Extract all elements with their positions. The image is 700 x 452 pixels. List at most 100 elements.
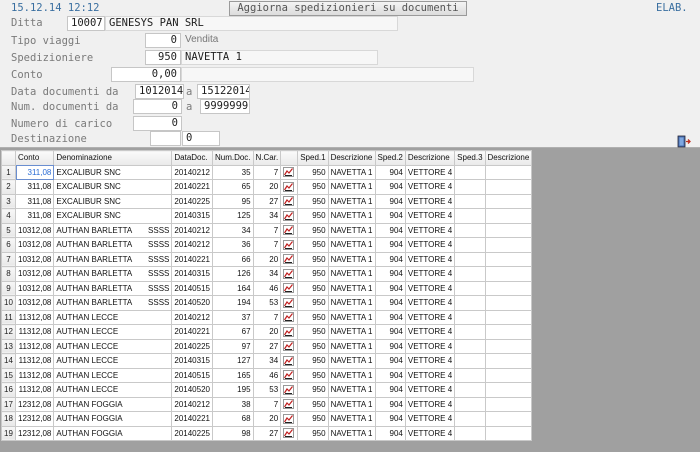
cell-descrizione3[interactable] (484, 193, 533, 209)
cell-numdoc[interactable]: 127 (211, 353, 254, 369)
cell-ncar[interactable]: 20 (252, 324, 282, 340)
cell-ncar[interactable]: 46 (252, 367, 282, 383)
truck-icon[interactable] (283, 312, 295, 323)
cell-numdoc[interactable]: 98 (211, 425, 254, 441)
row-number[interactable]: 18 (1, 411, 16, 427)
cell-ncar[interactable]: 34 (252, 353, 282, 369)
cell-sped1[interactable]: 950 (297, 208, 329, 224)
cell-sped2[interactable]: 904 (374, 425, 406, 441)
cell-descrizione3[interactable] (484, 324, 533, 340)
table-row[interactable]: 13 11312,08 AUTHAN LECCE 20140225 97 27 950 NAV… (1, 338, 533, 354)
cell-sped1[interactable]: 950 (297, 280, 329, 296)
table-row[interactable]: 9 10312,08 SSSS AUTHAN BARLETTA 20140515 164 4… (1, 280, 533, 296)
truck-icon[interactable] (283, 283, 295, 294)
cell-conto[interactable]: 10312,08 (14, 237, 55, 253)
cell-sped2[interactable]: 904 (374, 367, 406, 383)
cell-sped2[interactable]: 904 (374, 353, 406, 369)
table-row[interactable]: 1 311,08 EXCALIBUR SNC 20140212 35 7 950 NAVETT… (1, 164, 533, 180)
cell-denominazione[interactable]: EXCALIBUR SNC (53, 193, 173, 209)
table-row[interactable]: 6 10312,08 SSSS AUTHAN BARLETTA 20140212 36 7 9… (1, 237, 533, 253)
table-row[interactable]: 11 11312,08 AUTHAN LECCE 20140212 37 7 950 NAVE… (1, 309, 533, 325)
cell-sped1[interactable]: 950 (297, 295, 329, 311)
cell-descrizione3[interactable] (484, 237, 533, 253)
cell-sped2[interactable]: 904 (374, 193, 406, 209)
cell-sped2[interactable]: 904 (374, 164, 406, 180)
cell-ncar[interactable]: 34 (252, 266, 282, 282)
cell-sped2[interactable]: 904 (374, 324, 406, 340)
cell-denominazione[interactable]: AUTHAN FOGGIA (53, 396, 173, 412)
spedizioniere-code-field[interactable]: 950 (145, 50, 181, 65)
col-header-descrizione1[interactable]: Descrizione (327, 150, 376, 166)
cell-sped1[interactable]: 950 (297, 237, 329, 253)
cell-descrizione2[interactable]: VETTORE 4 (404, 208, 456, 224)
table-row[interactable]: 7 10312,08 SSSS AUTHAN BARLETTA 20140221 66 20… (1, 251, 533, 267)
cell-numdoc[interactable]: 165 (211, 367, 254, 383)
cell-sped1[interactable]: 950 (297, 164, 329, 180)
cell-sped1[interactable]: 950 (297, 266, 329, 282)
cell-icon[interactable] (280, 280, 299, 296)
cell-denominazione[interactable]: AUTHAN LECCE (53, 367, 173, 383)
cell-ncar[interactable]: 20 (252, 179, 282, 195)
cell-sped3[interactable] (454, 193, 486, 209)
cell-sped1[interactable]: 950 (297, 382, 329, 398)
col-header-conto[interactable]: Conto (14, 150, 55, 166)
cell-icon[interactable] (280, 251, 299, 267)
cell-icon[interactable] (280, 179, 299, 195)
row-number[interactable]: 19 (1, 425, 16, 441)
cell-denominazione[interactable]: AUTHAN LECCE (53, 309, 173, 325)
cell-ncar[interactable]: 7 (252, 164, 282, 180)
cell-ncar[interactable]: 7 (252, 309, 282, 325)
cell-conto[interactable]: 311,08 (14, 193, 55, 209)
cell-descrizione1[interactable]: NAVETTA 1 (327, 382, 376, 398)
ditta-code-field[interactable]: 10007 (67, 16, 105, 31)
truck-icon[interactable] (283, 384, 295, 395)
cell-sped2[interactable]: 904 (374, 208, 406, 224)
row-number[interactable]: 10 (1, 295, 16, 311)
cell-ncar[interactable]: 46 (252, 280, 282, 296)
cell-descrizione2[interactable]: VETTORE 4 (404, 425, 456, 441)
truck-icon[interactable] (283, 399, 295, 410)
cell-descrizione2[interactable]: VETTORE 4 (404, 382, 456, 398)
num-from-field[interactable]: 0 (133, 99, 182, 114)
cell-descrizione2[interactable]: VETTORE 4 (404, 179, 456, 195)
table-row[interactable]: 15 11312,08 AUTHAN LECCE 20140515 165 46 950 NA… (1, 367, 533, 383)
cell-descrizione1[interactable]: NAVETTA 1 (327, 193, 376, 209)
cell-sped1[interactable]: 950 (297, 324, 329, 340)
cell-descrizione1[interactable]: NAVETTA 1 (327, 338, 376, 354)
cell-ncar[interactable]: 20 (252, 411, 282, 427)
cell-sped1[interactable]: 950 (297, 338, 329, 354)
cell-ncar[interactable]: 53 (252, 382, 282, 398)
cell-sped3[interactable] (454, 367, 486, 383)
truck-icon[interactable] (283, 413, 295, 424)
cell-conto[interactable]: 10312,08 (14, 280, 55, 296)
cell-conto[interactable]: 311,08 (14, 179, 55, 195)
truck-icon[interactable] (283, 370, 295, 381)
cell-sped2[interactable]: 904 (374, 266, 406, 282)
cell-datadoc[interactable]: 20140225 (171, 193, 213, 209)
cell-sped1[interactable]: 950 (297, 193, 329, 209)
col-header-numdoc[interactable]: Num.Doc. (211, 150, 254, 166)
cell-datadoc[interactable]: 20140212 (171, 164, 213, 180)
cell-descrizione3[interactable] (484, 396, 533, 412)
col-header-descrizione2[interactable]: Descrizione (404, 150, 456, 166)
cell-sped3[interactable] (454, 164, 486, 180)
col-header-sped3[interactable]: Sped.3 (454, 150, 486, 166)
cell-datadoc[interactable]: 20140221 (171, 324, 213, 340)
cell-conto[interactable]: 11312,08 (14, 382, 55, 398)
truck-icon[interactable] (283, 196, 295, 207)
cell-icon[interactable] (280, 382, 299, 398)
table-row[interactable]: 17 12312,08 AUTHAN FOGGIA 20140212 38 7 950 NAV… (1, 396, 533, 412)
cell-denominazione[interactable]: AUTHAN LECCE (53, 324, 173, 340)
cell-conto[interactable]: 11312,08 (14, 367, 55, 383)
cell-datadoc[interactable]: 20140221 (171, 411, 213, 427)
cell-sped1[interactable]: 950 (297, 353, 329, 369)
cell-datadoc[interactable]: 20140315 (171, 353, 213, 369)
cell-sped2[interactable]: 904 (374, 179, 406, 195)
cell-denominazione[interactable]: SSSS AUTHAN BARLETTA (53, 266, 173, 282)
cell-conto[interactable]: 10312,08 (14, 251, 55, 267)
cell-numdoc[interactable]: 35 (211, 164, 254, 180)
cell-icon[interactable] (280, 324, 299, 340)
cell-descrizione3[interactable] (484, 280, 533, 296)
truck-icon[interactable] (283, 341, 295, 352)
cell-descrizione3[interactable] (484, 295, 533, 311)
